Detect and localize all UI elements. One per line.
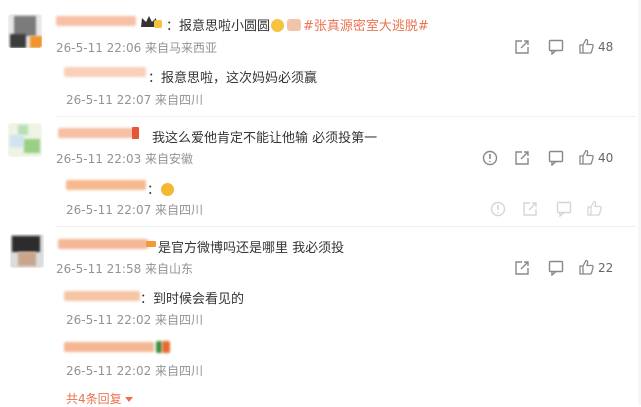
- more-replies-link[interactable]: 共4条回复: [66, 390, 133, 407]
- like-count: 22: [598, 261, 614, 275]
- laughing-emoji-icon: [161, 183, 175, 196]
- reply-time: 26-5-11 22:02 来自四川: [66, 313, 204, 327]
- report-icon[interactable]: [490, 201, 506, 217]
- hashtag-link[interactable]: #张真源密室大逃脱#: [303, 19, 429, 34]
- comment-text: 我这么爱他肯定不能让他输 必须投第一: [152, 131, 378, 146]
- reply-text: ：: [147, 179, 175, 198]
- reply-time: 26-5-11 22:07 来自四川: [66, 203, 204, 217]
- like-count: 40: [598, 151, 614, 165]
- like-icon[interactable]: [578, 149, 594, 165]
- like-icon[interactable]: [578, 38, 594, 54]
- share-icon[interactable]: [514, 150, 530, 166]
- reply-time: 26-5-11 22:07 来自四川: [66, 93, 204, 107]
- comment-icon[interactable]: [556, 201, 572, 217]
- pinch-hand-icon: [287, 19, 302, 31]
- like-count: 48: [598, 40, 614, 54]
- comment-text: ：报意思啦小圆圆 #张真源密室大逃脱#: [166, 19, 429, 34]
- reply-time: 26-5-11 22:02 来自四川: [66, 364, 204, 378]
- triangle-down-icon: [124, 397, 133, 402]
- comment-time: 26-5-11 22:03 来自安徽: [56, 152, 194, 166]
- member-badge-icon: [146, 241, 156, 247]
- share-icon[interactable]: [514, 39, 530, 55]
- comment-icon[interactable]: [548, 39, 564, 55]
- comment-time: 26-5-11 21:58 来自山东: [56, 262, 194, 276]
- like-icon[interactable]: [578, 259, 594, 275]
- surprised-emoji-icon: [271, 19, 285, 32]
- reply-text: ：到时候会看见的: [140, 292, 245, 307]
- share-icon[interactable]: [514, 260, 530, 276]
- comment-icon[interactable]: [548, 150, 564, 166]
- avatar[interactable]: [8, 14, 42, 48]
- report-icon[interactable]: [482, 150, 498, 166]
- avatar[interactable]: [8, 123, 42, 157]
- divider: [56, 116, 636, 117]
- comment-time: 26-5-11 22:06 来自马来西亚: [56, 41, 218, 55]
- avatar[interactable]: [10, 234, 44, 268]
- like-icon[interactable]: [586, 200, 602, 216]
- reply-text: ：报意思啦，这次妈妈必须赢: [148, 71, 318, 86]
- member-crown-icon: [140, 15, 162, 29]
- member-badge-icon: [132, 127, 139, 139]
- comment-icon[interactable]: [548, 260, 564, 276]
- comment-text: 是官方微博吗还是哪里 我必须投: [158, 241, 345, 256]
- share-icon[interactable]: [522, 201, 538, 217]
- divider: [56, 226, 636, 227]
